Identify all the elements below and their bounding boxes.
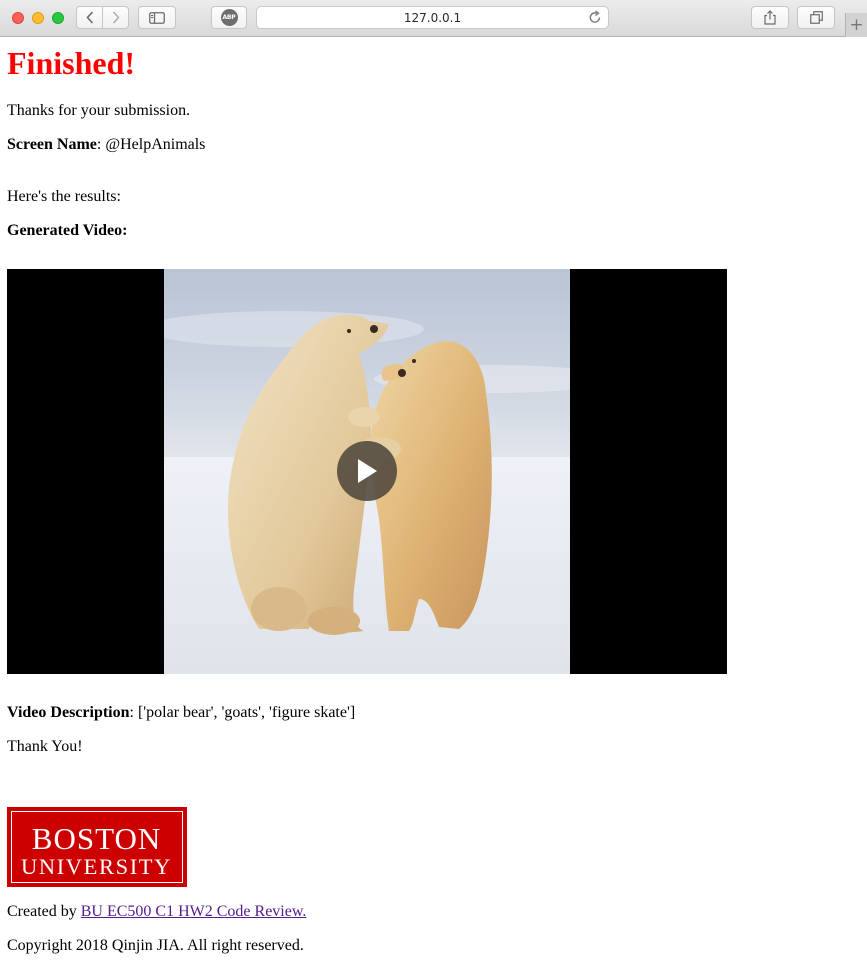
boston-university-logo: BOSTON UNIVERSITY <box>7 807 187 887</box>
video-description-value: : ['polar bear', 'goats', 'figure skate'… <box>129 704 356 721</box>
sidebar-button[interactable] <box>138 6 176 29</box>
forward-icon <box>112 11 120 24</box>
created-by-line: Created by BU EC500 C1 HW2 Code Review. <box>7 902 306 922</box>
created-by-prefix: Created by <box>7 903 81 920</box>
address-bar[interactable]: 127.0.0.1 <box>256 6 609 29</box>
logo-line-2: UNIVERSITY <box>21 854 172 879</box>
results-intro: Here's the results: <box>7 188 121 205</box>
share-icon <box>764 10 776 25</box>
close-window-button[interactable] <box>12 12 24 24</box>
browser-toolbar: ABP 127.0.0.1 + <box>0 0 867 37</box>
minimize-window-button[interactable] <box>32 12 44 24</box>
adblock-plus-button[interactable]: ABP <box>211 6 247 29</box>
page-title: Finished! <box>7 45 136 81</box>
back-button[interactable] <box>77 7 102 28</box>
play-icon <box>358 459 377 483</box>
new-tab-button[interactable]: + <box>845 13 867 37</box>
adblock-icon: ABP <box>220 9 238 26</box>
back-icon <box>85 11 93 24</box>
copyright-text: Copyright 2018 Qinjin JIA. All right res… <box>7 937 304 954</box>
zoom-window-button[interactable] <box>52 12 64 24</box>
code-review-link[interactable]: BU EC500 C1 HW2 Code Review. <box>81 903 307 920</box>
thank-you-text: Thank You! <box>7 738 83 755</box>
history-nav <box>76 6 129 29</box>
reload-icon[interactable] <box>588 10 602 25</box>
screen-name-value: : @HelpAnimals <box>96 136 206 153</box>
forward-button[interactable] <box>102 7 128 28</box>
play-button[interactable] <box>337 441 397 501</box>
share-button[interactable] <box>751 6 789 29</box>
screen-name-label: Screen Name <box>7 136 97 153</box>
tabs-icon <box>809 11 823 24</box>
screen-name-line: Screen Name: @HelpAnimals <box>7 135 205 155</box>
logo-line-1: BOSTON <box>32 821 161 856</box>
video-description-line: Video Description: ['polar bear', 'goats… <box>7 703 355 723</box>
video-description-label: Video Description <box>7 704 130 721</box>
sidebar-icon <box>149 11 165 24</box>
generated-video-label: Generated Video: <box>7 222 128 239</box>
address-text: 127.0.0.1 <box>403 11 462 25</box>
video-player[interactable] <box>7 269 727 674</box>
thanks-text: Thanks for your submission. <box>7 102 191 119</box>
show-tabs-button[interactable] <box>797 6 835 29</box>
